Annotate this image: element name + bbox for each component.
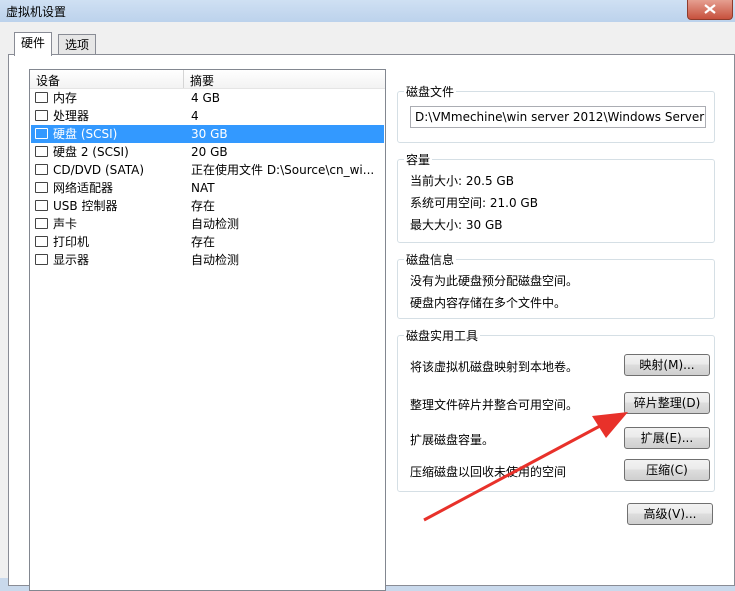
close-icon	[704, 4, 716, 14]
defragment-button[interactable]: 碎片整理(D)	[624, 392, 710, 414]
map-description: 将该虚拟机磁盘映射到本地卷。	[410, 360, 579, 374]
device-summary: 存在	[191, 199, 216, 213]
title-bar: 虚拟机设置	[0, 0, 735, 22]
memory-icon	[35, 92, 48, 103]
available-space-text: 系统可用空间: 21.0 GB	[410, 196, 538, 210]
printer-icon	[35, 236, 48, 247]
device-name: 处理器	[53, 109, 90, 123]
device-name: 硬盘 2 (SCSI)	[53, 145, 129, 159]
device-row[interactable]: 声卡 自动检测	[31, 215, 384, 233]
disk-info-line-1: 没有为此硬盘预分配磁盘空间。	[410, 274, 579, 288]
device-name: CD/DVD (SATA)	[53, 163, 145, 177]
capacity-group: 容量 当前大小: 20.5 GB 系统可用空间: 21.0 GB 最大大小: 3…	[397, 151, 715, 243]
disk-info-line-2: 硬盘内容存储在多个文件中。	[410, 296, 567, 310]
expand-button[interactable]: 扩展(E)...	[624, 427, 710, 449]
device-row[interactable]: 硬盘 (SCSI) 30 GB	[31, 125, 384, 143]
device-summary: 30 GB	[191, 127, 228, 141]
device-summary: 存在	[191, 235, 216, 249]
device-list-header: 设备 摘要	[30, 70, 385, 89]
compact-button[interactable]: 压缩(C)	[624, 459, 710, 481]
device-summary: 自动检测	[191, 217, 240, 231]
device-summary: 20 GB	[191, 145, 228, 159]
column-header-device[interactable]: 设备	[36, 72, 60, 89]
device-name: USB 控制器	[53, 199, 118, 213]
tab-hardware[interactable]: 硬件	[14, 32, 53, 56]
max-size-text: 最大大小: 30 GB	[410, 218, 503, 232]
device-name: 打印机	[53, 235, 90, 249]
hard-disk-icon	[35, 128, 48, 139]
device-summary: 正在使用文件 D:\Source\cn_wi...	[191, 163, 375, 177]
window-title: 虚拟机设置	[6, 5, 67, 19]
device-row[interactable]: 硬盘 2 (SCSI) 20 GB	[31, 143, 384, 161]
column-header-summary[interactable]: 摘要	[190, 72, 214, 89]
column-separator[interactable]	[183, 70, 184, 88]
defrag-description: 整理文件碎片并整合可用空间。	[410, 398, 579, 412]
device-summary: NAT	[191, 181, 215, 195]
device-name: 显示器	[53, 253, 90, 267]
tab-options[interactable]: 选项	[58, 34, 97, 55]
disk-info-group: 磁盘信息 没有为此硬盘预分配磁盘空间。 硬盘内容存储在多个文件中。	[397, 251, 715, 319]
expand-description: 扩展磁盘容量。	[410, 433, 495, 447]
cd-dvd-icon	[35, 164, 48, 175]
device-summary: 4 GB	[191, 91, 220, 105]
usb-icon	[35, 200, 48, 211]
disk-file-title: 磁盘文件	[404, 83, 457, 100]
device-name: 声卡	[53, 217, 78, 231]
device-list[interactable]: 设备 摘要 内存 4 GB 处理器 4 硬盘 (SCSI) 30 GB 硬盘 2 (SCSI…	[29, 69, 386, 591]
capacity-title: 容量	[404, 151, 433, 168]
device-row[interactable]: USB 控制器 存在	[31, 197, 384, 215]
device-summary: 自动检测	[191, 253, 240, 267]
disk-tools-group: 磁盘实用工具 将该虚拟机磁盘映射到本地卷。 映射(M)... 整理文件碎片并整合…	[397, 327, 715, 492]
device-name: 网络适配器	[53, 181, 114, 195]
device-row[interactable]: 打印机 存在	[31, 233, 384, 251]
device-name: 硬盘 (SCSI)	[53, 127, 118, 141]
advanced-button[interactable]: 高级(V)...	[627, 503, 713, 525]
map-button[interactable]: 映射(M)...	[624, 354, 710, 376]
device-row[interactable]: 显示器 自动检测	[31, 251, 384, 269]
device-summary: 4	[191, 109, 199, 123]
sound-card-icon	[35, 218, 48, 229]
hardware-panel: 设备 摘要 内存 4 GB 处理器 4 硬盘 (SCSI) 30 GB 硬盘 2 (SCSI…	[8, 54, 735, 591]
disk-file-path-field[interactable]: D:\VMmechine\win server 2012\Windows Ser…	[410, 106, 706, 128]
network-adapter-icon	[35, 182, 48, 193]
disk-file-group: 磁盘文件 D:\VMmechine\win server 2012\Window…	[397, 83, 715, 143]
device-row[interactable]: CD/DVD (SATA) 正在使用文件 D:\Source\cn_wi...	[31, 161, 384, 179]
compact-description: 压缩磁盘以回收未使用的空间	[410, 465, 567, 479]
hard-disk-icon	[35, 146, 48, 157]
current-size-text: 当前大小: 20.5 GB	[410, 174, 514, 188]
disk-tools-title: 磁盘实用工具	[404, 327, 481, 344]
device-row[interactable]: 处理器 4	[31, 107, 384, 125]
close-button[interactable]	[687, 0, 733, 20]
disk-info-title: 磁盘信息	[404, 251, 457, 268]
device-row[interactable]: 网络适配器 NAT	[31, 179, 384, 197]
device-name: 内存	[53, 91, 78, 105]
device-row[interactable]: 内存 4 GB	[31, 89, 384, 107]
window-body: 硬件 选项 设备 摘要 内存 4 GB 处理器 4 硬盘 (SCSI) 30 GB 硬盘 2…	[0, 22, 735, 591]
processor-icon	[35, 110, 48, 121]
display-icon	[35, 254, 48, 265]
